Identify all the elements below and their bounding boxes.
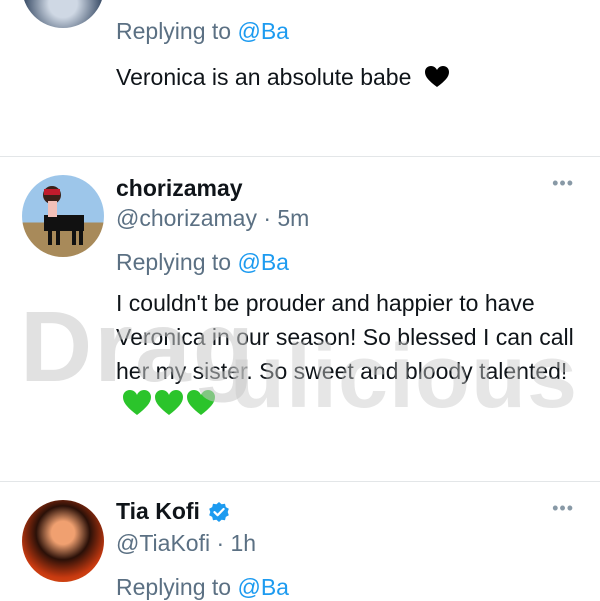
tweet-2[interactable]: chorizamay ••• @chorizamay · 5m Replying… <box>0 157 600 481</box>
avatar[interactable] <box>22 0 104 28</box>
tweet-text: I couldn't be prouder and happier to hav… <box>116 286 586 426</box>
tweet-text: Veronica is an absolute babe <box>116 60 586 98</box>
author-row: chorizamay <box>116 175 243 202</box>
mention-link[interactable]: @Ba <box>237 18 288 44</box>
black-heart-icon <box>424 64 450 98</box>
handle-time: @chorizamay · 5m <box>116 205 309 232</box>
author-handle[interactable]: @chorizamay <box>116 205 257 231</box>
avatar[interactable] <box>22 175 104 257</box>
replying-to: Replying to @Ba <box>116 18 289 45</box>
verified-badge-icon <box>208 501 230 523</box>
tweet-text-content: Veronica is an absolute babe <box>116 64 412 90</box>
tweet-1[interactable]: Replying to @Ba Veronica is an absolute … <box>0 0 600 156</box>
tweet-3[interactable]: Tia Kofi ••• @TiaKofi · 1h Replying to @… <box>0 482 600 600</box>
avatar[interactable] <box>22 500 104 582</box>
author-row: Tia Kofi <box>116 498 230 525</box>
author-name[interactable]: chorizamay <box>116 175 243 202</box>
timestamp[interactable]: · 1h <box>210 530 256 556</box>
more-options-icon[interactable]: ••• <box>552 498 574 519</box>
mention-link[interactable]: @Ba <box>237 574 288 600</box>
mention-link[interactable]: @Ba <box>237 249 288 275</box>
handle-time: @TiaKofi · 1h <box>116 530 256 557</box>
reply-prefix: Replying to <box>116 18 238 44</box>
tweet-text-content: I couldn't be prouder and happier to hav… <box>116 290 574 384</box>
replying-to: Replying to @Ba <box>116 249 289 276</box>
timestamp[interactable]: · 5m <box>257 205 309 231</box>
bull-silhouette-icon <box>43 186 84 245</box>
green-hearts-icon <box>122 389 216 426</box>
replying-to: Replying to @Ba <box>116 574 289 601</box>
reply-prefix: Replying to <box>116 249 238 275</box>
reply-prefix: Replying to <box>116 574 238 600</box>
more-options-icon[interactable]: ••• <box>552 173 574 194</box>
author-handle[interactable]: @TiaKofi <box>116 530 210 556</box>
author-name[interactable]: Tia Kofi <box>116 498 200 525</box>
